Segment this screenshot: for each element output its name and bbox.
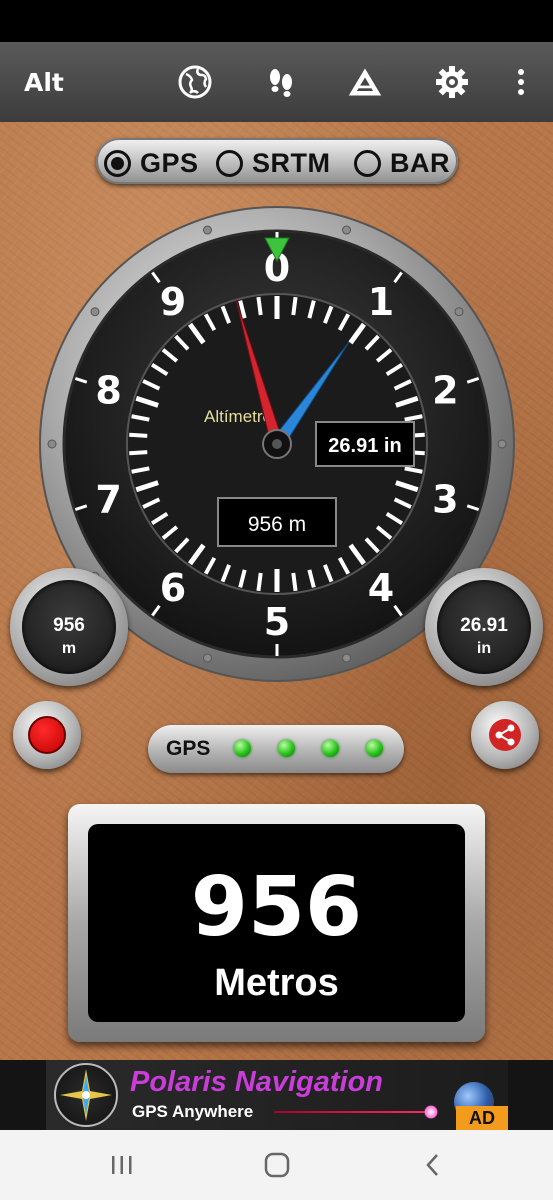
altitude-display-screen: 956 Metros: [88, 824, 465, 1022]
dial-number: 6: [160, 566, 186, 610]
gps-status-panel: GPS: [148, 725, 404, 773]
right-gauge-value: 26.91: [460, 615, 508, 636]
system-nav-bar: [0, 1130, 553, 1200]
dial-tick: [291, 296, 298, 316]
radio-gps[interactable]: GPS: [104, 148, 199, 179]
ad-subtitle: GPS Anywhere: [132, 1102, 254, 1121]
recent-apps-button[interactable]: [102, 1148, 142, 1182]
bezel-screw: [47, 439, 57, 449]
right-gauge-unit: in: [476, 640, 492, 657]
more-vert-icon[interactable]: [503, 64, 539, 100]
home-button[interactable]: [257, 1148, 297, 1182]
footprints-icon[interactable]: [263, 64, 299, 100]
left-gauge-unit: m: [61, 640, 77, 657]
app-bar: Alt: [0, 42, 553, 122]
gps-led-1: [234, 740, 251, 757]
bezel-screw: [90, 307, 100, 317]
compass-logo-icon: [54, 1063, 118, 1127]
dial-tick: [129, 432, 148, 438]
record-button[interactable]: [13, 701, 81, 769]
left-mini-gauge: 956 m: [10, 568, 128, 686]
radio-gps-dot: [104, 150, 131, 177]
radio-srtm[interactable]: SRTM: [216, 148, 331, 179]
ad-banner[interactable]: Polaris Navigation GPS Anywhere AD: [0, 1060, 553, 1130]
dial-tick: [256, 296, 263, 316]
share-icon: [489, 719, 521, 751]
gauge-brand: Altímetro: [204, 407, 272, 426]
radio-bar-label: BAR: [390, 148, 450, 178]
ad-streak: [274, 1111, 434, 1113]
bezel-screw: [342, 653, 352, 663]
altitude-window-text: 956 m: [248, 513, 306, 536]
radio-bar-dot: [354, 150, 381, 177]
radio-srtm-label: SRTM: [252, 148, 331, 178]
back-button[interactable]: [413, 1148, 453, 1182]
left-gauge-value: 956: [53, 615, 85, 636]
altitude-display: 956 Metros: [68, 804, 485, 1042]
ad-title: Polaris Navigation: [130, 1066, 384, 1098]
dial-number: 2: [432, 368, 458, 412]
bezel-screw: [454, 307, 464, 317]
dial-number: 5: [264, 600, 290, 644]
dial-tick: [129, 450, 148, 456]
dial-number: 9: [160, 280, 186, 324]
source-selector: GPS SRTM BAR: [96, 138, 458, 184]
back-icon: [426, 1154, 438, 1176]
dial-tick: [256, 572, 263, 592]
right-mini-gauge: 26.91 in: [425, 568, 543, 686]
recent-apps-icon: [112, 1156, 132, 1174]
dial-tick: [291, 572, 298, 592]
bezel-screw: [202, 225, 212, 235]
dial-number: 7: [95, 478, 121, 522]
mountain-icon[interactable]: [347, 64, 383, 100]
bezel-screw: [342, 225, 352, 235]
gps-status-label: GPS: [166, 737, 211, 760]
radio-gps-label: GPS: [140, 148, 199, 178]
gps-led-2: [278, 740, 295, 757]
globe-icon[interactable]: [177, 64, 213, 100]
gps-led-4: [366, 740, 383, 757]
share-button[interactable]: [471, 701, 539, 769]
record-icon: [28, 716, 66, 754]
bezel-screw: [202, 653, 212, 663]
dial-number: 8: [95, 368, 121, 412]
gear-icon[interactable]: [434, 64, 470, 100]
home-icon: [264, 1152, 290, 1178]
app-title: Alt: [24, 68, 64, 97]
ad-spark: [424, 1105, 438, 1119]
pressure-window-text: 26.91 in: [328, 435, 401, 457]
altitude-unit: Metros: [214, 962, 339, 1004]
status-bar: [0, 0, 553, 42]
dial-number: 1: [368, 280, 394, 324]
dial-number: 4: [368, 566, 394, 610]
ad-badge: AD: [456, 1106, 508, 1130]
radio-bar[interactable]: BAR: [354, 148, 450, 179]
altitude-value: 956: [190, 860, 363, 955]
radio-srtm-dot: [216, 150, 243, 177]
dial-number: 3: [432, 478, 458, 522]
gps-led-3: [322, 740, 339, 757]
bezel-screw: [497, 439, 507, 449]
